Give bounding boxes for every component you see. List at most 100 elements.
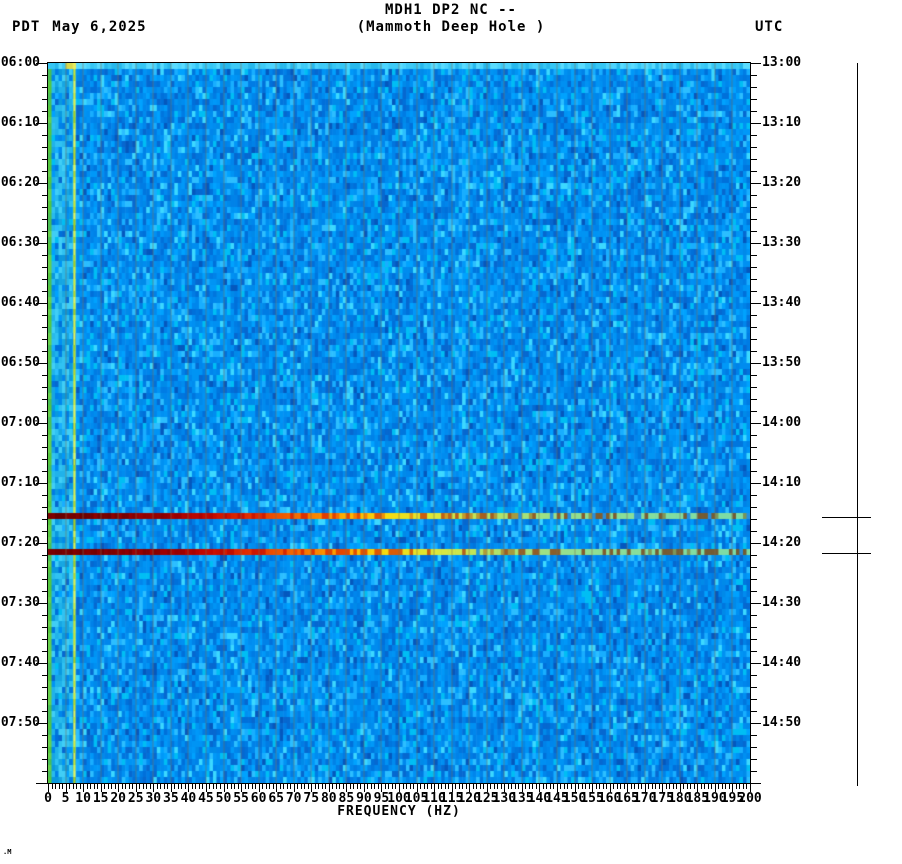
x-tick <box>353 784 355 789</box>
x-tick <box>623 784 625 789</box>
amplitude-scale-bar <box>857 63 858 786</box>
x-tick <box>69 784 71 789</box>
x-tick <box>384 784 386 789</box>
y-axis-label-left: 06:50 <box>0 355 40 370</box>
x-tick <box>76 784 78 789</box>
x-tick <box>532 784 534 789</box>
x-tick <box>283 784 285 789</box>
y-tick-left <box>42 411 48 412</box>
y-tick-right <box>751 423 761 424</box>
y-tick-right <box>751 735 757 736</box>
y-tick-right <box>751 375 757 376</box>
y-tick-left <box>42 255 48 256</box>
x-tick <box>493 784 495 789</box>
y-tick-left <box>42 171 48 172</box>
y-tick-right <box>751 483 761 484</box>
x-tick <box>219 784 221 789</box>
x-tick <box>395 784 397 789</box>
x-tick <box>683 784 685 789</box>
x-tick <box>721 784 723 789</box>
x-tick <box>349 784 351 789</box>
y-tick-left <box>42 387 48 388</box>
y-tick-left <box>42 459 48 460</box>
y-tick-right <box>751 627 757 628</box>
y-axis-label-left: 07:20 <box>0 535 40 550</box>
y-tick-right <box>751 747 757 748</box>
timezone-right-label: UTC <box>755 19 784 35</box>
x-tick <box>641 784 643 789</box>
y-axis-label-right: 13:10 <box>762 115 802 130</box>
x-tick <box>62 784 64 789</box>
x-tick <box>212 784 214 789</box>
y-tick-right <box>751 507 757 508</box>
y-tick-right <box>751 579 757 580</box>
y-tick-right <box>751 447 757 448</box>
x-tick <box>300 784 302 789</box>
y-axis-label-right: 14:50 <box>762 715 802 730</box>
x-tick <box>616 784 618 789</box>
y-axis-label-right: 14:20 <box>762 535 802 550</box>
y-tick-left <box>42 747 48 748</box>
x-tick <box>332 784 334 789</box>
x-tick <box>567 784 569 789</box>
x-tick <box>216 784 218 789</box>
y-tick-right <box>751 639 757 640</box>
x-tick <box>665 784 667 789</box>
y-tick-right <box>751 675 757 676</box>
x-tick <box>356 784 358 789</box>
x-tick <box>585 784 587 789</box>
y-tick-left <box>42 507 48 508</box>
x-tick <box>125 784 127 789</box>
y-axis-label-right: 13:20 <box>762 175 802 190</box>
y-tick-right <box>751 591 757 592</box>
y-axis-label-left: 07:10 <box>0 475 40 490</box>
x-tick <box>388 784 390 789</box>
x-tick <box>391 784 393 789</box>
y-tick-right <box>751 495 757 496</box>
x-tick <box>360 784 362 789</box>
x-tick <box>167 784 169 789</box>
x-tick <box>613 784 615 789</box>
x-tick <box>367 784 369 789</box>
y-tick-left <box>42 147 48 148</box>
x-tick <box>742 784 744 789</box>
x-tick <box>507 784 509 789</box>
x-tick <box>728 784 730 789</box>
y-tick-right <box>751 471 757 472</box>
y-tick-right <box>751 531 757 532</box>
x-tick <box>181 784 183 789</box>
x-tick <box>648 784 650 789</box>
y-tick-left <box>42 591 48 592</box>
x-tick <box>739 784 741 789</box>
x-tick <box>676 784 678 789</box>
x-tick <box>90 784 92 789</box>
x-tick <box>262 784 264 789</box>
x-tick <box>234 784 236 789</box>
x-tick <box>686 784 688 789</box>
y-axis-label-left: 06:40 <box>0 295 40 310</box>
x-tick <box>307 784 309 789</box>
x-tick <box>339 784 341 789</box>
x-tick <box>542 784 544 789</box>
x-tick <box>549 784 551 789</box>
x-tick <box>655 784 657 789</box>
x-tick <box>669 784 671 789</box>
x-tick <box>725 784 727 789</box>
y-tick-right <box>751 711 757 712</box>
y-tick-left <box>42 267 48 268</box>
chart-title: MDH1 DP2 NC -- <box>384 2 517 18</box>
y-tick-left <box>42 735 48 736</box>
y-tick-right <box>751 99 757 100</box>
spectrogram-canvas[interactable] <box>47 62 751 784</box>
x-tick <box>546 784 548 789</box>
y-tick-right <box>751 87 757 88</box>
x-tick <box>693 784 695 789</box>
y-axis-label-right: 13:30 <box>762 235 802 250</box>
x-tick <box>599 784 601 789</box>
y-tick-left <box>42 135 48 136</box>
y-tick-right <box>751 555 757 556</box>
x-tick <box>209 784 211 789</box>
x-tick <box>227 784 228 789</box>
x-tick <box>479 784 481 789</box>
y-tick-right <box>751 75 757 76</box>
